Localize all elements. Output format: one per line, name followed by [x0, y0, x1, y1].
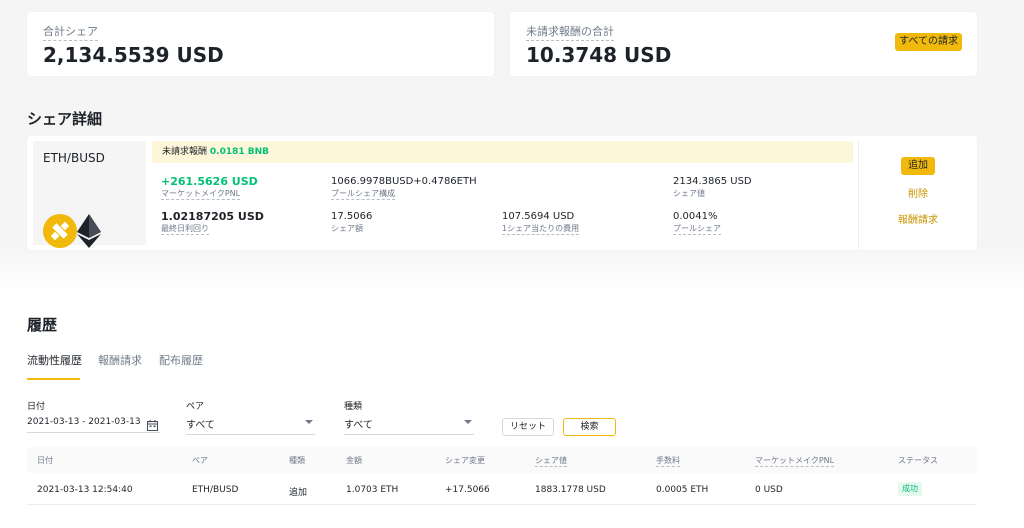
row-share-change: +17.5066	[445, 485, 490, 495]
pnl-value: +261.5626 USD	[161, 175, 258, 188]
share-value-value: 2134.3865 USD	[673, 176, 752, 187]
unclaimed-reward-card: 未請求報酬の合計 10.3748 USD すべての請求	[510, 12, 977, 76]
row-share-value: 1883.1778 USD	[535, 485, 606, 495]
pool-composition-label: プールシェア構成	[331, 189, 395, 200]
cost-per-share-label: 1シェア当たりの費用	[502, 224, 580, 235]
type-filter-underline	[344, 434, 474, 435]
chevron-down-icon[interactable]	[305, 420, 313, 424]
total-share-value: 2,134.5539 USD	[43, 43, 224, 67]
add-button[interactable]: 追加	[901, 157, 935, 175]
reset-button[interactable]: リセット	[502, 418, 554, 436]
share-detail-title: シェア詳細	[27, 110, 103, 128]
claim-all-button[interactable]: すべての請求	[895, 33, 962, 51]
total-share-label: 合計シェア	[43, 23, 98, 41]
total-share-card: 合計シェア 2,134.5539 USD	[27, 12, 494, 76]
history-title: 履歴	[27, 316, 58, 334]
row-date: 2021-03-13 12:54:40	[37, 485, 133, 495]
actions-divider	[858, 141, 859, 249]
column-header-type: 種類	[289, 456, 305, 465]
reward-value: 0.0181 BNB	[209, 147, 270, 157]
busd-icon	[43, 214, 77, 248]
pair-name: ETH/BUSD	[43, 151, 105, 165]
date-filter-label: 日付	[27, 402, 46, 412]
pair-filter-label: ペア	[186, 402, 205, 412]
claim-reward-link[interactable]: 報酬請求	[898, 211, 938, 226]
eth-icon	[77, 214, 101, 248]
pair-filter-underline	[186, 434, 315, 435]
row-divider	[27, 504, 977, 505]
column-header-date: 日付	[37, 456, 53, 465]
unclaimed-reward-label: 未請求報酬の合計	[526, 23, 614, 41]
column-header-fee: 手数料	[656, 456, 680, 467]
pair-select[interactable]: すべて	[186, 416, 215, 431]
tab-reward-claim[interactable]: 報酬請求	[98, 352, 142, 368]
search-button[interactable]: 検索	[563, 418, 616, 436]
column-header-pnl: マーケットメイクPNL	[755, 456, 835, 467]
date-range-input[interactable]: 2021-03-13 - 2021-03-13	[27, 417, 141, 427]
yield-value: 1.02187205 USD	[161, 210, 264, 223]
bottom-background	[0, 290, 1024, 528]
date-filter-underline	[27, 432, 160, 433]
column-header-share-change: シェア変更	[445, 456, 485, 465]
calendar-icon[interactable]	[147, 416, 158, 431]
pair-box: ETH/BUSD	[33, 141, 146, 248]
remove-link[interactable]: 削除	[908, 185, 928, 200]
tab-liquidity-history[interactable]: 流動性履歴	[27, 352, 82, 368]
table-header	[27, 447, 977, 473]
column-header-amount: 金額	[346, 456, 362, 465]
pool-composition-value: 1066.9978BUSD+0.4786ETH	[331, 176, 477, 187]
column-header-share-value: シェア値	[535, 456, 567, 467]
type-select[interactable]: すべて	[344, 416, 373, 431]
tab-distribution-history[interactable]: 配布履歴	[159, 352, 203, 368]
row-pnl: 0 USD	[755, 485, 783, 495]
row-type: 追加	[289, 488, 308, 498]
unclaimed-reward-value: 10.3748 USD	[526, 43, 672, 67]
share-value-label: シェア値	[673, 189, 705, 198]
share-amount-value: 17.5066	[331, 211, 373, 222]
row-fee: 0.0005 ETH	[656, 485, 709, 495]
column-header-status: ステータス	[898, 456, 938, 465]
pnl-label: マーケットメイクPNL	[161, 189, 241, 200]
chevron-down-icon[interactable]	[464, 420, 472, 424]
active-tab-indicator	[27, 378, 80, 380]
cost-per-share-value: 107.5694 USD	[502, 211, 575, 222]
row-pair: ETH/BUSD	[192, 485, 239, 495]
status-badge: 成功	[898, 482, 922, 496]
reward-label: 未請求報酬	[162, 147, 208, 157]
type-filter-label: 種類	[344, 402, 363, 412]
column-header-pair: ペア	[192, 456, 208, 465]
unclaimed-reward-bar: 未請求報酬 0.0181 BNB	[152, 141, 853, 163]
row-amount: 1.0703 ETH	[346, 485, 399, 495]
pool-share-label: プールシェア	[673, 224, 721, 235]
yield-label: 最終日利回り	[161, 224, 209, 235]
pool-share-value: 0.0041%	[673, 211, 718, 222]
share-amount-label: シェア額	[331, 224, 363, 233]
